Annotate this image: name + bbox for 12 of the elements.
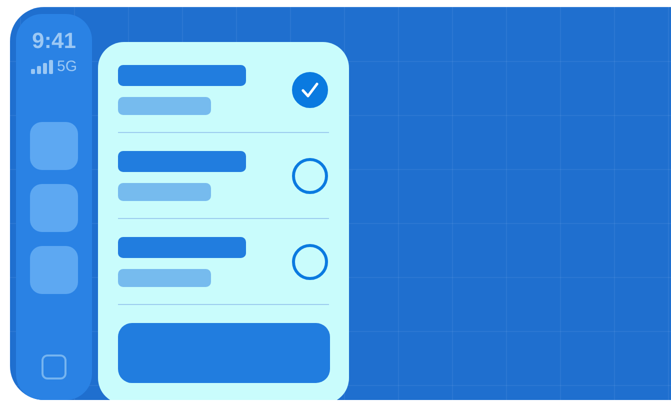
radio[interactable] <box>292 158 328 194</box>
action-button[interactable] <box>118 323 330 383</box>
app-tile[interactable] <box>30 184 78 232</box>
home-icon[interactable] <box>41 354 67 380</box>
checked-radio[interactable] <box>292 72 328 108</box>
signal-icon <box>30 60 55 74</box>
network-label: 5G <box>56 58 77 76</box>
radio[interactable] <box>292 244 328 280</box>
app-tile[interactable] <box>30 122 78 170</box>
checkmark-icon <box>301 82 319 98</box>
status-time: 9:41 <box>32 28 76 54</box>
app-tile[interactable] <box>30 246 78 294</box>
